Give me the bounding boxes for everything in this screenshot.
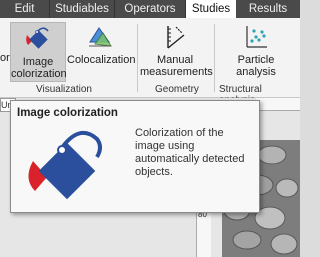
particle-analysis-label-2: analysis xyxy=(236,66,276,78)
ruler-angle-icon xyxy=(167,26,185,49)
group-label-visualization: Visualization xyxy=(36,84,92,95)
ribbon-separator xyxy=(137,24,138,92)
tab-studies[interactable]: Studies xyxy=(186,0,236,18)
image-colorization-label-2: colorization xyxy=(11,68,67,80)
tooltip-description: Colorization of the image using automati… xyxy=(135,127,245,178)
paint-bucket-icon xyxy=(28,130,102,200)
manual-measurements-label-1: Manual xyxy=(156,54,194,66)
group-label-geometry: Geometry xyxy=(155,84,199,95)
colocalization-icon xyxy=(89,27,112,47)
tooltip-title: Image colorization xyxy=(17,107,118,119)
particle-analysis-button[interactable]: Particle analysis xyxy=(226,22,286,82)
partial-button-label: or xyxy=(0,52,10,64)
partial-ribbon-button[interactable]: or xyxy=(0,22,10,82)
colocalization-button[interactable]: Colocalization xyxy=(67,22,136,82)
ribbon-separator xyxy=(214,24,215,92)
horizontal-ruler xyxy=(256,98,300,111)
particle-analysis-label-1: Particle xyxy=(237,54,275,66)
tooltip-image-colorization: Image colorization Colorization of the i… xyxy=(10,100,260,213)
image-colorization-label-1: Image xyxy=(22,56,54,68)
ribbon-tab-bar: Edit Studiables Operators Studies Result… xyxy=(0,0,300,18)
image-colorization-button[interactable]: Image colorization xyxy=(10,22,67,82)
tab-results[interactable]: Results xyxy=(236,0,300,18)
ribbon-panel: or Image colorization Colocalization Man… xyxy=(0,18,300,106)
tab-edit[interactable]: Edit xyxy=(0,0,50,18)
manual-measurements-button[interactable]: Manual measurements xyxy=(140,22,213,82)
paint-bucket-icon xyxy=(26,27,49,49)
tab-studiables[interactable]: Studiables xyxy=(50,0,115,18)
colocalization-label: Colocalization xyxy=(67,54,136,66)
tab-operators[interactable]: Operators xyxy=(115,0,186,18)
manual-measurements-label-2: measurements xyxy=(140,66,213,78)
particle-chart-icon xyxy=(246,26,267,48)
